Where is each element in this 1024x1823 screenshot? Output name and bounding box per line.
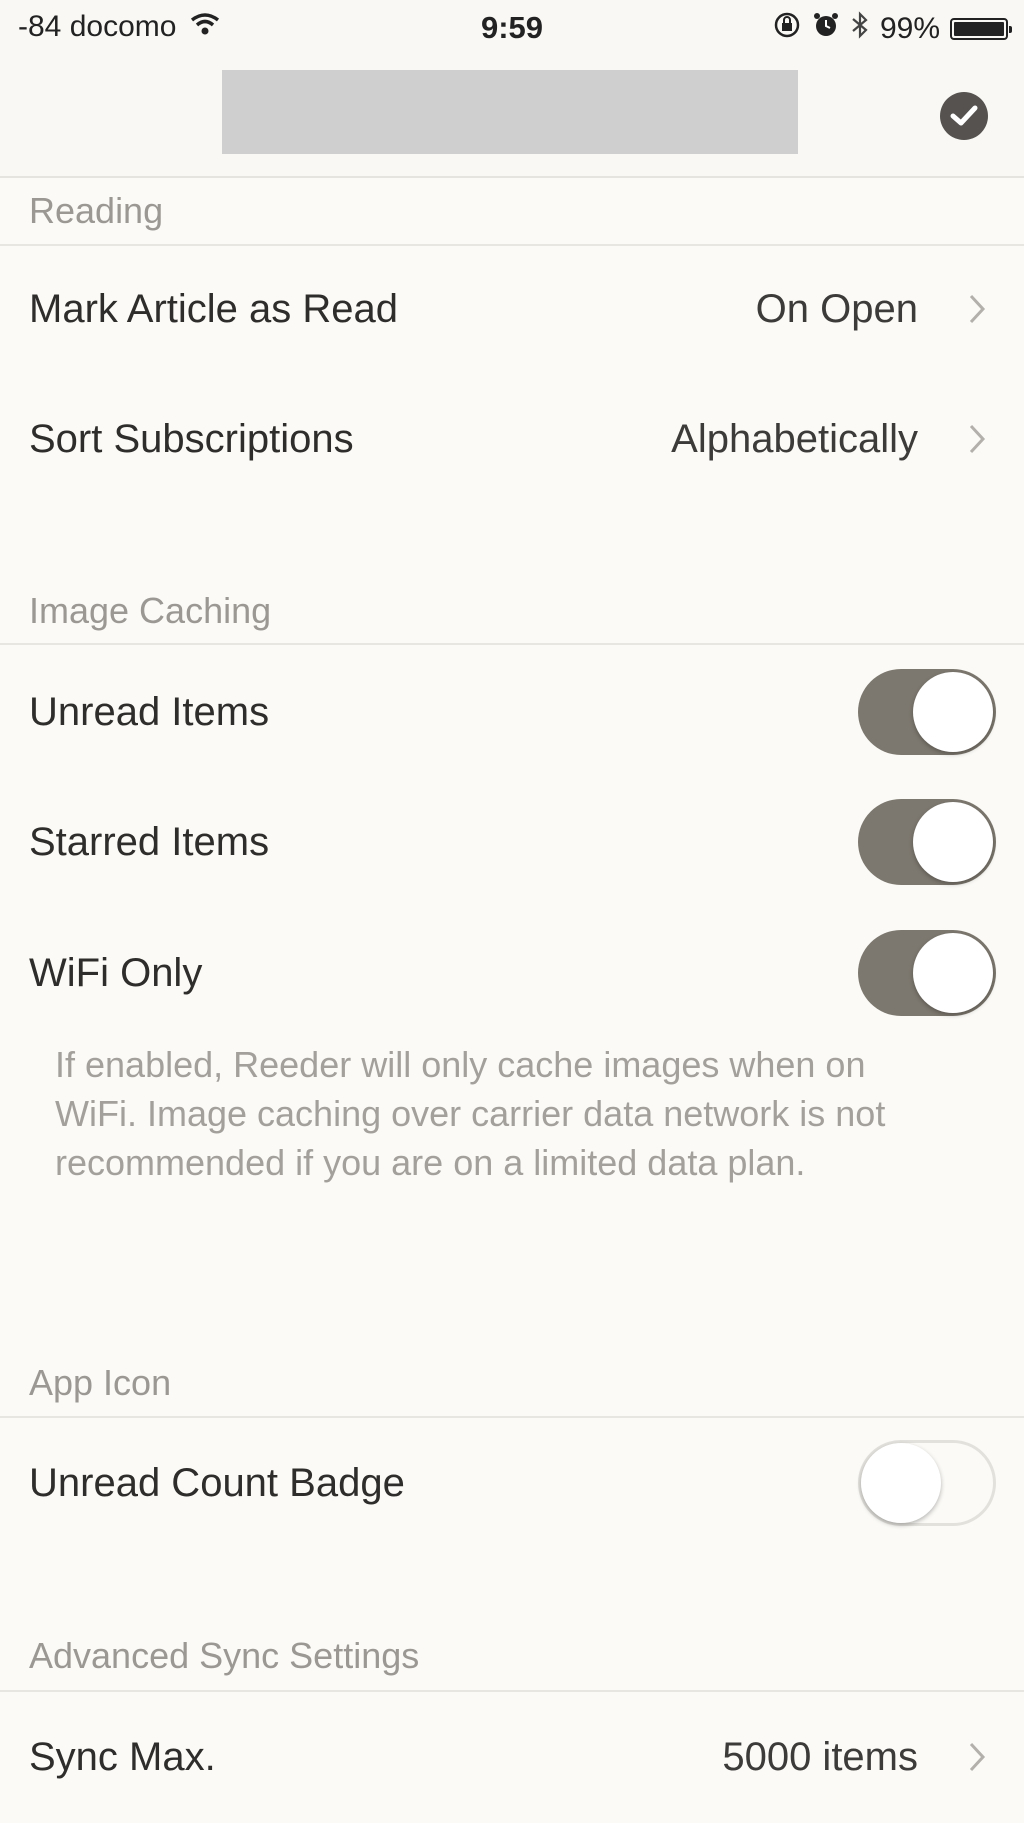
section-header-app-icon: App Icon (29, 1362, 172, 1403)
toggle-knob (913, 802, 993, 882)
status-right: 99% (772, 10, 1012, 48)
mark-article-read-value: On Open (755, 286, 918, 331)
sort-subscriptions-label: Sort Subscriptions (29, 416, 354, 461)
section-header-image-caching: Image Caching (29, 590, 272, 631)
nav-title-placeholder (222, 70, 798, 154)
sort-subscriptions-value: Alphabetically (671, 416, 918, 461)
chevron-right-icon (969, 294, 986, 324)
settings-screen: -84 docomo 9:59 99% Reading Mark Article… (0, 0, 1024, 1823)
sort-subscriptions-row[interactable]: Sort Subscriptions Alphabetically (0, 374, 1024, 504)
mark-article-read-label: Mark Article as Read (29, 286, 399, 331)
sync-max-row[interactable]: Sync Max. 5000 items (0, 1692, 1024, 1822)
section-header-advanced-sync: Advanced Sync Settings (29, 1635, 420, 1676)
bluetooth-icon (850, 10, 870, 48)
wifi-only-row: WiFi Only (0, 908, 1024, 1038)
starred-items-toggle[interactable] (858, 799, 996, 885)
toggle-knob (913, 672, 993, 752)
navigation-bar (0, 58, 1024, 178)
checkmark-icon (950, 105, 978, 126)
unread-items-label: Unread Items (29, 689, 270, 734)
chevron-right-icon (969, 1742, 986, 1772)
unread-count-badge-row: Unread Count Badge (0, 1418, 1024, 1548)
starred-items-label: Starred Items (29, 819, 270, 864)
divider (0, 643, 1024, 645)
sync-max-label: Sync Max. (29, 1734, 216, 1779)
alarm-icon (812, 11, 840, 47)
unread-items-row: Unread Items (0, 647, 1024, 777)
toggle-knob (913, 933, 993, 1013)
wifi-only-label: WiFi Only (29, 950, 203, 995)
wifi-only-toggle[interactable] (858, 930, 996, 1016)
toggle-knob (861, 1443, 941, 1523)
mark-article-read-row[interactable]: Mark Article as Read On Open (0, 244, 1024, 374)
wifi-only-footnote: If enabled, Reeder will only cache image… (55, 1044, 886, 1183)
starred-items-row: Starred Items (0, 777, 1024, 907)
battery-percent: 99% (879, 12, 940, 45)
chevron-right-icon (969, 424, 986, 454)
rotation-lock-icon (772, 10, 802, 48)
done-button[interactable] (940, 92, 988, 140)
sync-max-value: 5000 items (722, 1734, 918, 1779)
unread-count-badge-toggle[interactable] (858, 1440, 996, 1526)
section-header-reading: Reading (29, 190, 164, 231)
battery-icon (950, 18, 1012, 40)
unread-count-badge-label: Unread Count Badge (29, 1460, 405, 1505)
unread-items-toggle[interactable] (858, 669, 996, 755)
status-bar: -84 docomo 9:59 99% (0, 0, 1024, 58)
